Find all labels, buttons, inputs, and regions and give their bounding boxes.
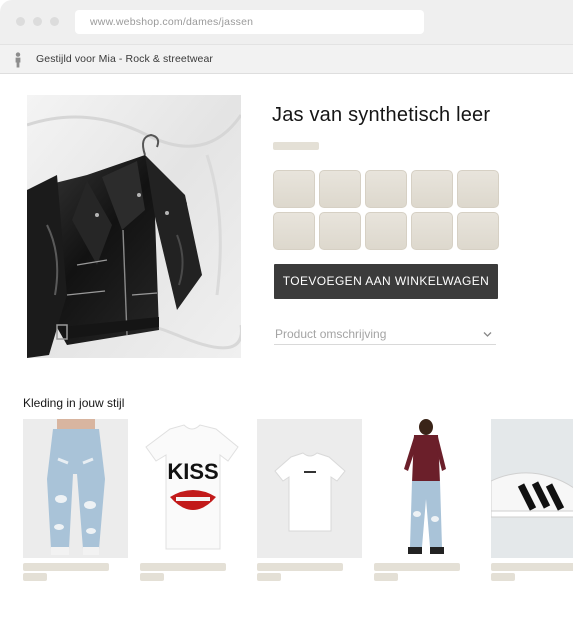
card-image	[374, 419, 479, 558]
card-price-placeholder	[374, 573, 398, 581]
card-price-placeholder	[257, 573, 281, 581]
browser-titlebar: www.webshop.com/dames/jassen	[0, 0, 573, 45]
card-image	[491, 419, 573, 558]
size-option[interactable]	[411, 170, 453, 208]
person-icon	[15, 52, 21, 68]
size-option[interactable]	[319, 212, 361, 250]
window-maximize-dot[interactable]	[50, 17, 59, 26]
address-bar[interactable]: www.webshop.com/dames/jassen	[75, 10, 424, 34]
window-minimize-dot[interactable]	[33, 17, 42, 26]
size-option[interactable]	[365, 170, 407, 208]
bookmark-bar: Gestijld voor Mia - Rock & streetwear	[0, 45, 573, 74]
size-option[interactable]	[457, 212, 499, 250]
card-image: KISS	[140, 419, 245, 558]
card-title-placeholder	[140, 563, 226, 571]
price-placeholder	[273, 142, 319, 150]
burgundy-outfit-image	[374, 419, 479, 558]
product-description-dropdown[interactable]: Product omschrijving	[274, 325, 496, 345]
chevron-down-icon	[483, 332, 492, 337]
window-close-dot[interactable]	[16, 17, 25, 26]
size-option[interactable]	[273, 212, 315, 250]
white-tshirt-image	[257, 419, 362, 558]
size-option[interactable]	[411, 212, 453, 250]
size-option[interactable]	[365, 212, 407, 250]
product-title: Jas van synthetisch leer	[272, 104, 491, 126]
card-title-placeholder	[257, 563, 343, 571]
description-label: Product omschrijving	[275, 327, 387, 341]
card-title-placeholder	[374, 563, 460, 571]
card-price-placeholder	[23, 573, 47, 581]
card-image	[23, 419, 128, 558]
add-to-cart-button[interactable]: TOEVOEGEN AAN WINKELWAGEN	[274, 264, 498, 299]
card-title-placeholder	[23, 563, 109, 571]
leather-jacket-image	[27, 95, 241, 358]
card-title-placeholder	[491, 563, 573, 571]
kiss-tshirt-image: KISS	[140, 419, 245, 558]
sneaker-image	[491, 419, 573, 558]
card-price-placeholder	[140, 573, 164, 581]
size-selector	[273, 170, 500, 251]
bookmark-label[interactable]: Gestijld voor Mia - Rock & streetwear	[36, 45, 213, 74]
recommendations-title: Kleding in jouw stijl	[23, 396, 125, 410]
card-price-placeholder	[491, 573, 515, 581]
size-option[interactable]	[319, 170, 361, 208]
ripped-jeans-image	[23, 419, 128, 558]
product-image	[27, 95, 241, 358]
size-option[interactable]	[273, 170, 315, 208]
svg-text:KISS: KISS	[167, 459, 218, 484]
size-option[interactable]	[457, 170, 499, 208]
browser-window: www.webshop.com/dames/jassen Gestijld vo…	[0, 0, 573, 622]
card-image	[257, 419, 362, 558]
